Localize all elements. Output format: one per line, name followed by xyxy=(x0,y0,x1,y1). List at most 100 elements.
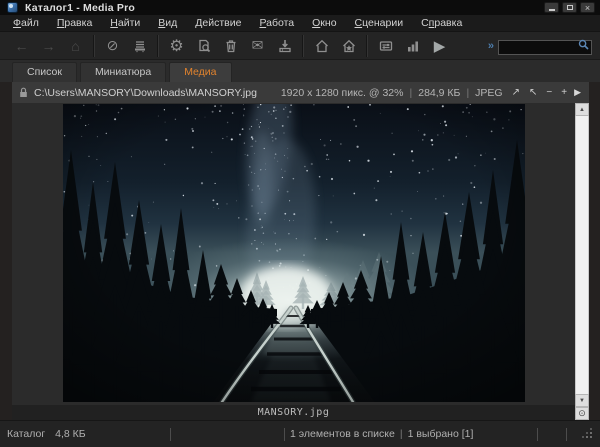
minimize-button[interactable] xyxy=(544,2,559,13)
image-dimensions: 1920 x 1280 пикс. @ 32% xyxy=(281,87,404,99)
close-button[interactable]: × xyxy=(580,2,595,13)
import-icon xyxy=(277,38,293,54)
catalog-status: Каталог 4,8 КБ xyxy=(7,428,165,440)
menu-item-Вид[interactable]: Вид xyxy=(149,16,186,30)
organize-button[interactable] xyxy=(372,34,399,58)
vertical-scrollbar[interactable]: ▲ ▼ ⊙ xyxy=(575,103,589,420)
scroll-down-button[interactable]: ▼ xyxy=(575,394,589,407)
mail-icon: ✉ xyxy=(252,37,264,54)
selection-status: 1 элементов в списке | 1 выбрано [1] xyxy=(290,428,532,440)
info-separator: | xyxy=(466,87,469,99)
app-window: Каталог1 - Media Pro × ФайлПравкаНайтиВи… xyxy=(0,0,600,447)
menu-item-Работа[interactable]: Работа xyxy=(250,16,303,30)
favorites-home-button[interactable] xyxy=(335,34,362,58)
print-button[interactable] xyxy=(126,34,153,58)
window-controls: × xyxy=(544,2,595,13)
app-icon xyxy=(7,2,18,13)
house-star-icon xyxy=(341,38,357,54)
preview-button[interactable] xyxy=(190,34,217,58)
menu-bar: ФайлПравкаНайтиВидДействиеРаботаОкноСцен… xyxy=(0,15,600,32)
maximize-button[interactable] xyxy=(562,2,577,13)
media-pane: Звёздное ночное небо с Млечным Путём над… xyxy=(12,103,575,420)
menu-item-Файл[interactable]: Файл xyxy=(4,16,48,30)
tab-media[interactable]: Медиа xyxy=(169,62,231,82)
file-size: 284,9 КБ xyxy=(418,87,460,99)
toolbar-separator xyxy=(93,35,95,57)
status-separator xyxy=(537,428,538,441)
resize-grip[interactable] xyxy=(583,429,593,439)
tab-list[interactable]: Список xyxy=(12,62,77,82)
search-area: » xyxy=(488,37,592,55)
settings-button[interactable]: ⚙ xyxy=(163,34,190,58)
play-icon: ▶ xyxy=(434,37,446,55)
menu-item-Справка[interactable]: Справка xyxy=(412,16,471,30)
next-image-icon[interactable]: ▶ xyxy=(574,87,581,98)
statistics-button[interactable] xyxy=(399,34,426,58)
trash-icon xyxy=(223,38,239,54)
scroll-up-button[interactable]: ▲ xyxy=(575,103,589,116)
sliders-icon xyxy=(378,38,394,54)
tab-thumbnail[interactable]: Миниатюра xyxy=(80,62,166,82)
lock-icon xyxy=(19,87,28,98)
bar-chart-icon xyxy=(405,38,421,54)
status-separator xyxy=(170,428,171,441)
maximize-icon xyxy=(567,5,573,10)
window-title: Каталог1 - Media Pro xyxy=(25,2,135,14)
delete-button[interactable] xyxy=(217,34,244,58)
view-tabs: Список Миниатюра Медиа xyxy=(0,60,600,82)
minimize-icon xyxy=(549,9,555,11)
title-bar: Каталог1 - Media Pro × xyxy=(0,0,600,15)
no-label-icon: ⊘ xyxy=(107,37,119,54)
menu-item-Сценарии[interactable]: Сценарии xyxy=(346,16,413,30)
fit-window-icon[interactable]: ↗ xyxy=(512,87,520,98)
search-icon[interactable] xyxy=(578,39,589,50)
zoom-controls: ↗ ↖ − + xyxy=(512,87,567,98)
back-icon: ← xyxy=(15,38,29,54)
status-separator xyxy=(284,428,285,441)
mail-button[interactable]: ✉ xyxy=(244,34,271,58)
label-none-button[interactable]: ⊘ xyxy=(99,34,126,58)
scroll-extra-button[interactable]: ⊙ xyxy=(575,407,589,420)
status-separator xyxy=(566,428,567,441)
document-search-icon xyxy=(196,38,212,54)
file-format: JPEG xyxy=(475,87,502,99)
actual-size-icon[interactable]: ↖ xyxy=(529,87,537,98)
status-pipe: | xyxy=(400,428,403,440)
content-area: Звёздное ночное небо с Млечным Путём над… xyxy=(0,103,600,420)
catalog-home-button[interactable] xyxy=(308,34,335,58)
zoom-out-icon[interactable]: − xyxy=(546,87,552,98)
forward-icon: → xyxy=(42,38,56,54)
file-path: C:\Users\MANSORY\Downloads\MANSORY.jpg xyxy=(34,87,257,99)
vignette xyxy=(63,104,525,402)
image-caption: MANSORY.jpg xyxy=(12,405,575,420)
menu-item-Действие[interactable]: Действие xyxy=(186,16,250,30)
image-info: 1920 x 1280 пикс. @ 32% | 284,9 КБ | JPE… xyxy=(281,87,503,99)
toolbar: ← → ⌂ ⊘ ⚙ ✉ xyxy=(0,32,600,60)
toolbar-separator xyxy=(302,35,304,57)
home-button[interactable]: ⌂ xyxy=(62,34,89,58)
search-box xyxy=(498,37,592,55)
zoom-in-icon[interactable]: + xyxy=(561,87,567,98)
status-bar: Каталог 4,8 КБ 1 элементов в списке | 1 … xyxy=(0,420,600,447)
close-icon: × xyxy=(585,4,590,12)
toolbar-separator xyxy=(366,35,368,57)
forward-button[interactable]: → xyxy=(35,34,62,58)
scrollbar-thumb[interactable] xyxy=(575,116,589,394)
menu-item-Найти[interactable]: Найти xyxy=(101,16,149,30)
selected-count: 1 выбрано [1] xyxy=(408,428,474,440)
photo-image[interactable]: Звёздное ночное небо с Млечным Путём над… xyxy=(63,104,525,402)
items-count: 1 элементов в списке xyxy=(290,428,395,440)
import-button[interactable] xyxy=(271,34,298,58)
catalog-size: 4,8 КБ xyxy=(55,428,86,440)
slideshow-button[interactable]: ▶ xyxy=(426,34,453,58)
gear-icon: ⚙ xyxy=(169,36,183,56)
toolbar-separator xyxy=(157,35,159,57)
menu-item-Правка[interactable]: Правка xyxy=(48,16,101,30)
back-button[interactable]: ← xyxy=(8,34,35,58)
menu-item-Окно[interactable]: Окно xyxy=(303,16,345,30)
house-icon xyxy=(314,38,330,54)
toolbar-overflow-chevrons[interactable]: » xyxy=(488,40,493,52)
info-separator: | xyxy=(410,87,413,99)
home-icon: ⌂ xyxy=(71,38,79,54)
path-bar: C:\Users\MANSORY\Downloads\MANSORY.jpg 1… xyxy=(12,82,589,103)
